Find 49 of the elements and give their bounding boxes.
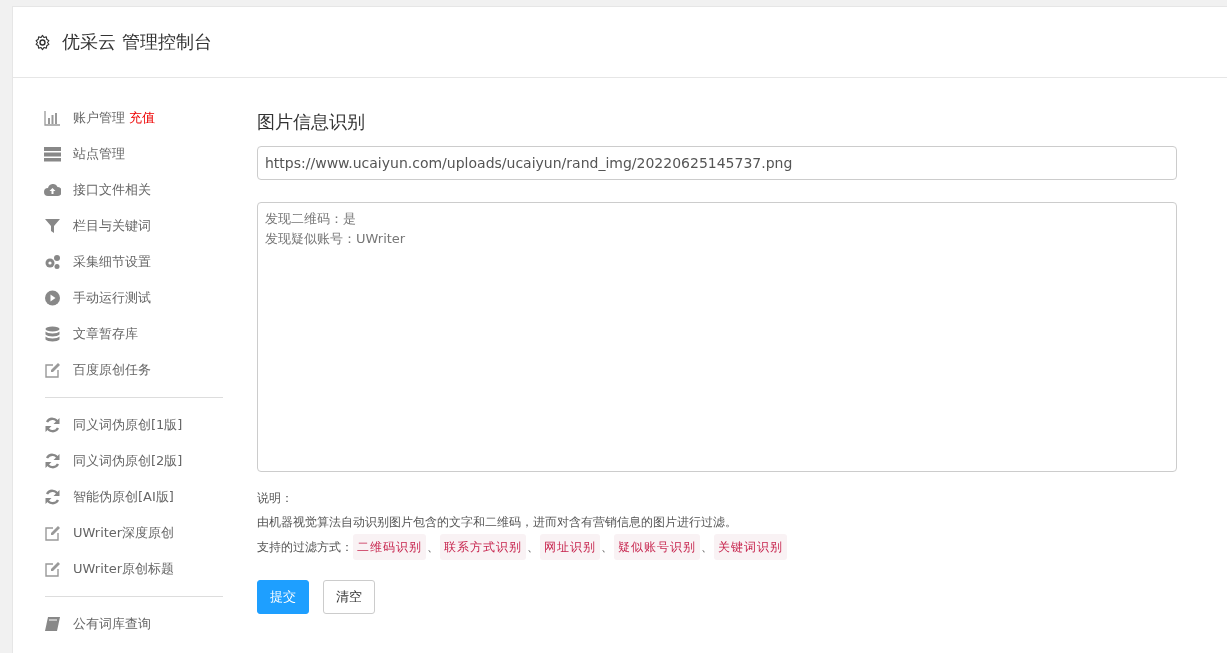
- server-icon: [44, 146, 61, 162]
- sidebar-link[interactable]: 站点管理: [73, 145, 125, 163]
- sidebar-link[interactable]: 手动运行测试: [73, 289, 151, 307]
- play-icon: [44, 290, 61, 306]
- method-tag: 疑似账号识别: [614, 534, 700, 560]
- result-line: 发现疑似账号：UWriter: [265, 230, 407, 248]
- book-icon: [44, 616, 61, 632]
- page-heading: 图片信息识别: [257, 110, 366, 134]
- url-field[interactable]: https://www.ucaiyun.com/uploads/ucaiyun/rand_img/20220625145737.png: [257, 146, 1177, 180]
- edit-icon: [44, 525, 61, 541]
- sidebar-link[interactable]: 账户管理: [73, 109, 125, 127]
- separator-mark: 、: [427, 539, 439, 556]
- clear-button[interactable]: 清空: [323, 580, 375, 614]
- sidebar-link[interactable]: 采集细节设置: [73, 253, 151, 271]
- result-textarea[interactable]: 发现二维码：是 发现疑似账号：UWriter: [257, 202, 1177, 472]
- sidebar-link[interactable]: 智能伪原创[AI版]: [73, 488, 174, 506]
- sidebar-link[interactable]: 栏目与关键词: [73, 217, 151, 235]
- method-tag: 关键词识别: [714, 534, 787, 560]
- console-title: 优采云 管理控制台: [62, 30, 212, 54]
- separator-mark: 、: [701, 539, 713, 556]
- notes-description: 由机器视觉算法自动识别图片包含的文字和二维码，进而对含有营销信息的图片进行过滤。: [257, 514, 738, 531]
- method-tag: 二维码识别: [353, 534, 426, 560]
- bar-chart-icon: [44, 110, 61, 126]
- method-tag: 联系方式识别: [440, 534, 526, 560]
- notes-heading: 说明：: [257, 490, 294, 507]
- gears-icon: [44, 254, 61, 270]
- sidebar-link[interactable]: 文章暂存库: [73, 325, 138, 343]
- recharge-link[interactable]: 充值: [129, 109, 155, 127]
- separator-mark: 、: [601, 539, 613, 556]
- cloud-upload-icon: [44, 182, 61, 198]
- result-line: 发现二维码：是: [265, 210, 357, 228]
- method-tag: 网址识别: [540, 534, 600, 560]
- sidebar-link[interactable]: 接口文件相关: [73, 181, 151, 199]
- sidebar-link[interactable]: 同义词伪原创[2版]: [73, 452, 183, 470]
- settings-icon: [34, 33, 51, 51]
- edit-icon: [44, 362, 61, 378]
- edit-icon: [44, 561, 61, 577]
- methods-label: 支持的过滤方式：: [257, 539, 353, 556]
- refresh-icon: [44, 489, 61, 505]
- sidebar-link[interactable]: UWriter深度原创: [73, 524, 175, 542]
- separator-mark: 、: [527, 539, 539, 556]
- database-icon: [44, 326, 61, 342]
- refresh-icon: [44, 417, 61, 433]
- sidebar-link[interactable]: 同义词伪原创[1版]: [73, 416, 183, 434]
- sidebar-link[interactable]: UWriter原创标题: [73, 560, 175, 578]
- sidebar-link[interactable]: 百度原创任务: [73, 361, 151, 379]
- refresh-icon: [44, 453, 61, 469]
- filter-icon: [44, 218, 61, 234]
- sidebar-link[interactable]: 公有词库查询: [73, 615, 151, 633]
